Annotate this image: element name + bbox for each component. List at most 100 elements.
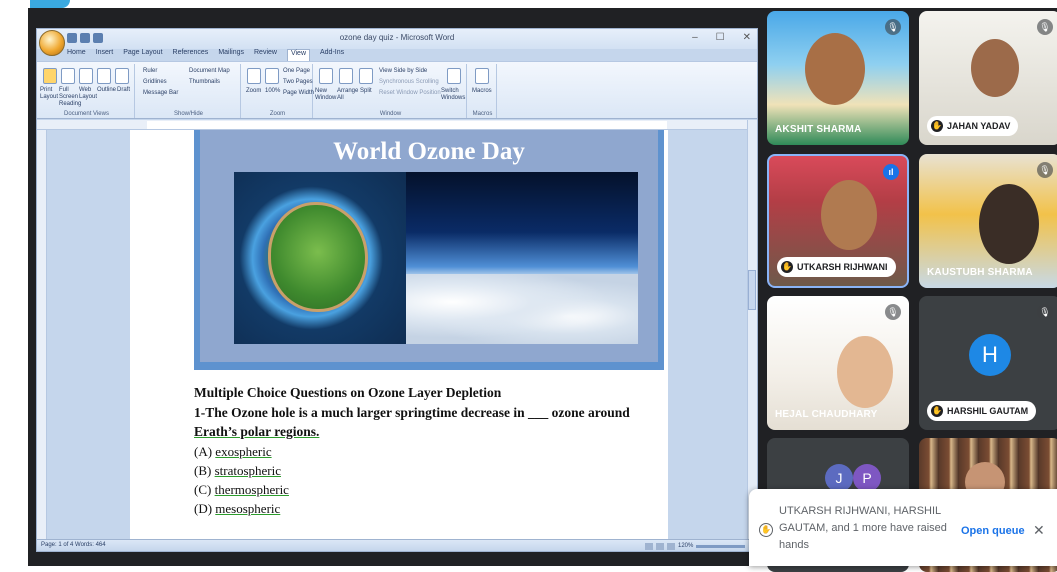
draft-icon[interactable] — [115, 68, 129, 84]
raised-hands-notification: ✋ UTKARSH RIJHWANI, HARSHIL GAUTAM, and … — [749, 489, 1057, 566]
participant-tile[interactable]: 🎙 ✋ JAHAN YADAV — [919, 11, 1057, 145]
zoom-100-icon[interactable] — [265, 68, 279, 84]
view-side-by-side-button[interactable]: View Side by Side — [379, 68, 427, 74]
tab-home[interactable]: Home — [67, 49, 86, 61]
arrange-all-label[interactable]: Arrange All — [337, 88, 359, 102]
vertical-ruler[interactable] — [37, 130, 47, 540]
maximize-button[interactable]: ☐ — [716, 32, 725, 43]
web-layout-icon[interactable] — [79, 68, 93, 84]
zoom-100-label[interactable]: 100% — [265, 88, 280, 94]
participant-video — [821, 180, 877, 250]
document-map-checkbox[interactable]: Document Map — [189, 68, 230, 74]
corner-accent — [30, 0, 70, 8]
horizontal-ruler[interactable] — [37, 120, 757, 130]
zoom-group-label: Zoom — [269, 111, 286, 117]
participant-tile-speaking[interactable]: ıl ✋ UTKARSH RIJHWANI — [767, 154, 909, 288]
close-icon[interactable]: ✕ — [1033, 522, 1045, 539]
word-titlebar: ozone day quiz - Microsoft Word – ☐ ✕ — [37, 29, 757, 49]
participant-video — [837, 336, 893, 408]
new-window-icon[interactable] — [319, 68, 333, 84]
ribbon-group-zoom: Zoom 100% One Page Two Pages Page Width … — [243, 64, 314, 118]
participant-tile[interactable]: 🎙 KAUSTUBH SHARMA — [919, 154, 1057, 288]
tab-review[interactable]: Review — [254, 49, 277, 61]
arrange-all-icon[interactable] — [339, 68, 353, 84]
two-pages-button[interactable]: Two Pages — [283, 79, 313, 85]
full-screen-reading-label[interactable]: Full Screen Reading — [59, 87, 81, 108]
show-hide-group-label: Show/Hide — [173, 111, 203, 117]
participant-name: AKSHIT SHARMA — [775, 124, 862, 135]
page-word-count[interactable]: Page: 1 of 4 Words: 464 — [41, 542, 106, 548]
web-layout-label[interactable]: Web Layout — [79, 87, 97, 101]
mic-off-icon: 🎙 — [1037, 304, 1053, 320]
document-page[interactable]: World Ozone Day Multiple Choice Question… — [130, 130, 668, 540]
print-layout-icon[interactable] — [43, 68, 57, 84]
participant-avatar: H — [969, 334, 1011, 376]
scrollbar-thumb[interactable] — [748, 270, 756, 310]
banner-title: World Ozone Day — [333, 138, 525, 165]
participant-avatar: J — [825, 464, 853, 492]
zoom-icon[interactable] — [247, 68, 261, 84]
minimize-button[interactable]: – — [692, 32, 698, 43]
ribbon-group-window: New Window Arrange All Split View Side b… — [315, 64, 467, 118]
ribbon-group-macros: Macros Macros — [469, 64, 497, 118]
reset-window-position-button[interactable]: Reset Window Position — [379, 90, 441, 96]
quiz-heading: Multiple Choice Questions on Ozone Layer… — [194, 385, 502, 400]
tab-page-layout[interactable]: Page Layout — [123, 49, 162, 61]
draft-view-icon[interactable] — [667, 542, 675, 550]
earth-image — [234, 172, 406, 344]
tab-view[interactable]: View — [286, 49, 310, 61]
one-page-button[interactable]: One Page — [283, 68, 310, 74]
draft-label[interactable]: Draft — [117, 87, 130, 93]
window-group-label: Window — [379, 111, 402, 117]
mic-off-icon: 🎙 — [885, 304, 901, 320]
participant-name: HEJAL CHAUDHARY — [775, 409, 878, 420]
raised-hand-icon: ✋ — [931, 120, 943, 132]
participant-name-pill: ✋ HARSHIL GAUTAM — [927, 401, 1037, 421]
tab-insert[interactable]: Insert — [96, 49, 114, 61]
page-width-button[interactable]: Page Width — [283, 90, 314, 96]
raised-hand-icon: ✋ — [931, 405, 943, 417]
atmosphere-image — [406, 172, 638, 344]
ruler-checkbox[interactable]: Ruler — [143, 68, 157, 74]
ribbon: Print Layout Full Screen Reading Web Lay… — [37, 61, 757, 119]
ozone-banner: World Ozone Day — [194, 130, 664, 370]
macros-label[interactable]: Macros — [472, 88, 492, 94]
full-screen-reading-icon[interactable] — [61, 68, 75, 84]
new-window-label[interactable]: New Window — [315, 88, 337, 102]
vertical-scrollbar[interactable] — [747, 120, 757, 540]
zoom-slider[interactable] — [696, 544, 745, 548]
shared-screen-word-window: ozone day quiz - Microsoft Word – ☐ ✕ Ho… — [36, 28, 758, 552]
zoom-level[interactable]: 120% — [678, 543, 693, 549]
synchronous-scrolling-button[interactable]: Synchronous Scrolling — [379, 79, 439, 85]
open-queue-button[interactable]: Open queue — [961, 525, 1025, 537]
word-window-title: ozone day quiz - Microsoft Word — [339, 33, 455, 42]
participant-tile[interactable]: 🎙 AKSHIT SHARMA — [767, 11, 909, 145]
close-window-button[interactable]: ✕ — [743, 32, 751, 43]
macros-icon[interactable] — [475, 68, 489, 84]
tab-mailings[interactable]: Mailings — [218, 49, 244, 61]
tab-references[interactable]: References — [173, 49, 209, 61]
participant-name-pill: ✋ JAHAN YADAV — [927, 116, 1019, 136]
outline-icon[interactable] — [97, 68, 111, 84]
question-1-line-1: 1-The Ozone hole is a much larger spring… — [194, 405, 630, 420]
thumbnails-checkbox[interactable]: Thumbnails — [189, 79, 220, 85]
print-layout-label[interactable]: Print Layout — [40, 87, 58, 101]
switch-windows-label[interactable]: Switch Windows — [441, 88, 465, 102]
switch-windows-icon[interactable] — [447, 68, 461, 84]
web-layout-view-icon[interactable] — [656, 542, 664, 550]
participant-video — [805, 33, 865, 105]
print-layout-view-icon[interactable] — [645, 542, 653, 550]
split-label[interactable]: Split — [360, 88, 372, 94]
office-button[interactable] — [39, 30, 65, 56]
mic-off-icon: 🎙 — [1037, 162, 1053, 178]
gridlines-checkbox[interactable]: Gridlines — [143, 79, 167, 85]
split-icon[interactable] — [359, 68, 373, 84]
outline-label[interactable]: Outline — [97, 87, 116, 93]
tab-add-ins[interactable]: Add-Ins — [320, 49, 344, 61]
mic-off-icon: 🎙 — [1037, 19, 1053, 35]
participant-tile[interactable]: H 🎙 ✋ HARSHIL GAUTAM — [919, 296, 1057, 430]
participant-video — [971, 39, 1019, 97]
participant-tile[interactable]: 🎙 HEJAL CHAUDHARY — [767, 296, 909, 430]
zoom-label[interactable]: Zoom — [246, 88, 261, 94]
message-bar-checkbox[interactable]: Message Bar — [143, 90, 178, 96]
